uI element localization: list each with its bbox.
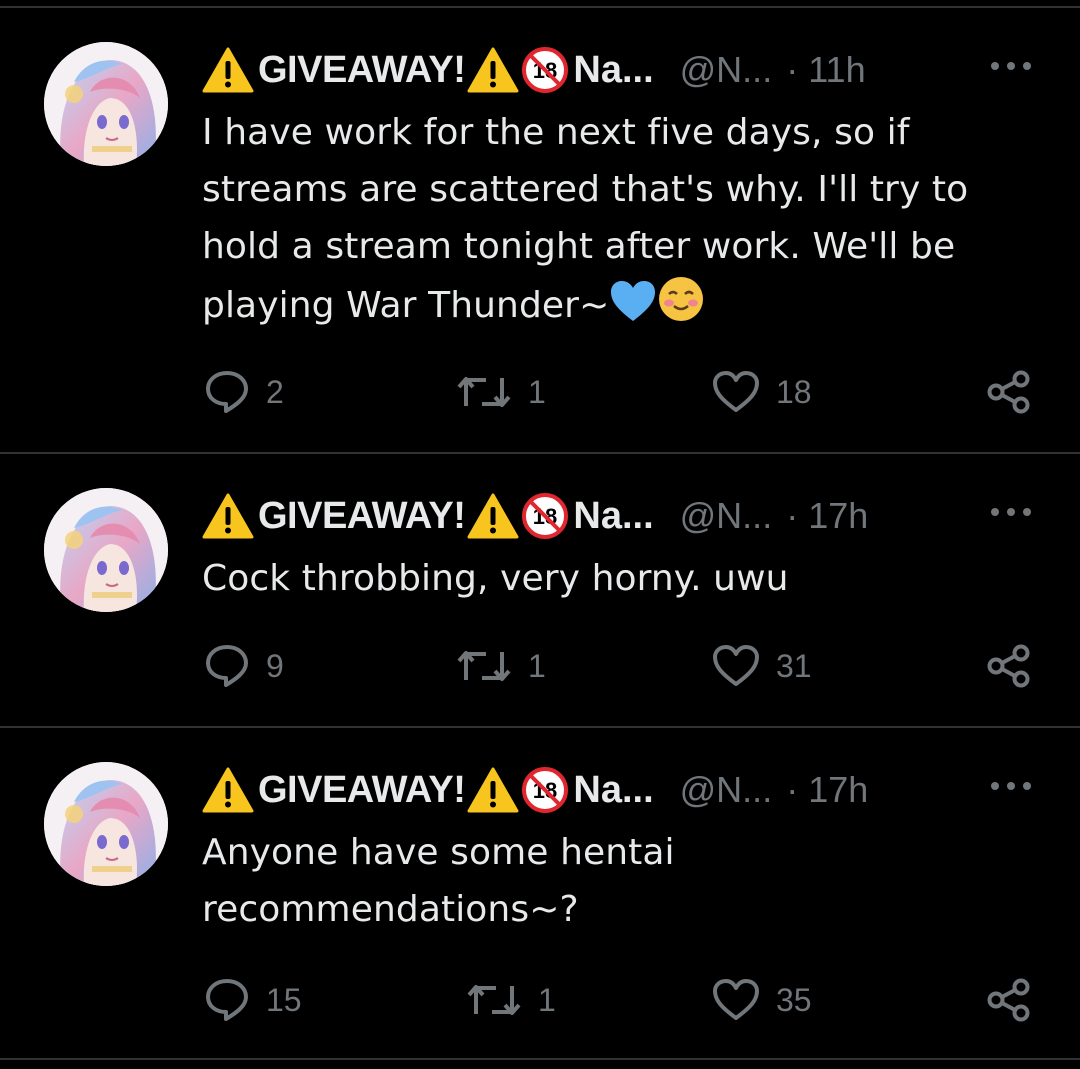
timestamp[interactable]: 17h bbox=[808, 769, 868, 811]
tweet-actions: 15 1 35 bbox=[0, 970, 1080, 1030]
tweet[interactable]: GIVEAWAY! 18 Na... @N... · 17h Anyone ha… bbox=[0, 762, 1080, 1058]
warning-icon bbox=[467, 493, 519, 539]
no-under-18-icon: 18 bbox=[522, 767, 569, 813]
tweet[interactable]: GIVEAWAY! 18 Na... @N... · 17h Cock thro… bbox=[0, 488, 1080, 726]
tweet-header: GIVEAWAY! 18 Na... @N... · 17h bbox=[202, 488, 1042, 544]
reply-count: 2 bbox=[266, 373, 284, 410]
retweet-count: 1 bbox=[538, 981, 556, 1018]
user-handle[interactable]: @N... bbox=[680, 769, 773, 811]
timestamp[interactable]: 11h bbox=[808, 49, 865, 91]
share-button[interactable] bbox=[986, 362, 1032, 422]
display-name-truncated[interactable]: Na... bbox=[573, 769, 653, 812]
no-under-18-icon: 18 bbox=[522, 493, 569, 539]
retweet-button[interactable]: 1 bbox=[466, 970, 556, 1030]
share-button[interactable] bbox=[986, 636, 1032, 696]
like-count: 35 bbox=[776, 981, 812, 1018]
warning-icon bbox=[467, 767, 519, 813]
user-handle[interactable]: @N... bbox=[680, 495, 773, 537]
reply-icon bbox=[206, 979, 248, 1021]
share-icon bbox=[987, 370, 1030, 414]
tweet-divider bbox=[0, 452, 1080, 454]
display-name[interactable]: GIVEAWAY! bbox=[258, 49, 466, 92]
display-name-truncated[interactable]: Na... bbox=[573, 495, 653, 538]
share-button[interactable] bbox=[986, 970, 1032, 1030]
no-under-18-icon: 18 bbox=[522, 47, 569, 93]
more-icon[interactable] bbox=[986, 502, 1036, 522]
avatar[interactable] bbox=[44, 488, 168, 612]
tweet-text: I have work for the next five days, so i… bbox=[202, 104, 1042, 334]
tweet-text: Cock throbbing, very horny. uwu bbox=[202, 558, 789, 599]
like-count: 31 bbox=[776, 647, 812, 684]
avatar[interactable] bbox=[44, 762, 168, 886]
warning-icon bbox=[467, 47, 519, 93]
like-icon bbox=[713, 371, 759, 412]
warning-icon bbox=[202, 493, 254, 539]
warning-icon bbox=[202, 767, 254, 813]
bottom-divider bbox=[0, 1058, 1080, 1060]
like-icon bbox=[713, 645, 759, 686]
like-button[interactable]: 35 bbox=[712, 970, 812, 1030]
smiling-blush-emoji bbox=[659, 277, 704, 321]
retweet-icon bbox=[457, 651, 511, 681]
tweet-actions: 9 1 31 bbox=[0, 636, 1080, 696]
tweet-text: Anyone have some hentai recommendations~… bbox=[202, 832, 687, 930]
retweet-icon bbox=[457, 377, 511, 407]
retweet-icon bbox=[467, 985, 521, 1015]
more-icon[interactable] bbox=[986, 56, 1036, 76]
tweet[interactable]: GIVEAWAY! 18 Na... @N... · 11h I have wo… bbox=[0, 42, 1080, 452]
share-icon bbox=[987, 644, 1030, 688]
reply-count: 9 bbox=[266, 647, 284, 684]
share-icon bbox=[987, 978, 1030, 1022]
reply-icon bbox=[206, 371, 248, 413]
display-name[interactable]: GIVEAWAY! bbox=[258, 495, 466, 538]
tweet-divider bbox=[0, 726, 1080, 728]
more-icon[interactable] bbox=[986, 776, 1036, 796]
like-button[interactable]: 18 bbox=[712, 362, 812, 422]
retweet-count: 1 bbox=[528, 373, 546, 410]
timestamp[interactable]: 17h bbox=[808, 495, 868, 537]
top-divider bbox=[0, 6, 1080, 8]
reply-icon bbox=[206, 645, 248, 687]
separator-dot: · bbox=[786, 495, 799, 536]
blue-heart-emoji bbox=[611, 281, 656, 321]
like-icon bbox=[713, 979, 759, 1020]
user-handle[interactable]: @N... bbox=[680, 49, 773, 91]
separator-dot: · bbox=[786, 769, 799, 810]
tweet-header: GIVEAWAY! 18 Na... @N... · 17h bbox=[202, 762, 1042, 818]
warning-icon bbox=[202, 47, 254, 93]
reply-button[interactable]: 15 bbox=[204, 970, 302, 1030]
reply-count: 15 bbox=[266, 981, 302, 1018]
retweet-count: 1 bbox=[528, 647, 546, 684]
tweet-text-content: I have work for the next five days, so i… bbox=[202, 112, 980, 326]
retweet-button[interactable]: 1 bbox=[456, 636, 546, 696]
reply-button[interactable]: 2 bbox=[204, 362, 284, 422]
reply-button[interactable]: 9 bbox=[204, 636, 284, 696]
retweet-button[interactable]: 1 bbox=[456, 362, 546, 422]
like-button[interactable]: 31 bbox=[712, 636, 812, 696]
separator-dot: · bbox=[786, 49, 799, 90]
display-name-truncated[interactable]: Na... bbox=[573, 49, 653, 92]
like-count: 18 bbox=[776, 373, 812, 410]
tweet-actions: 2 1 18 bbox=[0, 362, 1080, 422]
tweet-header: GIVEAWAY! 18 Na... @N... · 11h bbox=[202, 42, 1042, 98]
display-name[interactable]: GIVEAWAY! bbox=[258, 769, 466, 812]
avatar[interactable] bbox=[44, 42, 168, 166]
